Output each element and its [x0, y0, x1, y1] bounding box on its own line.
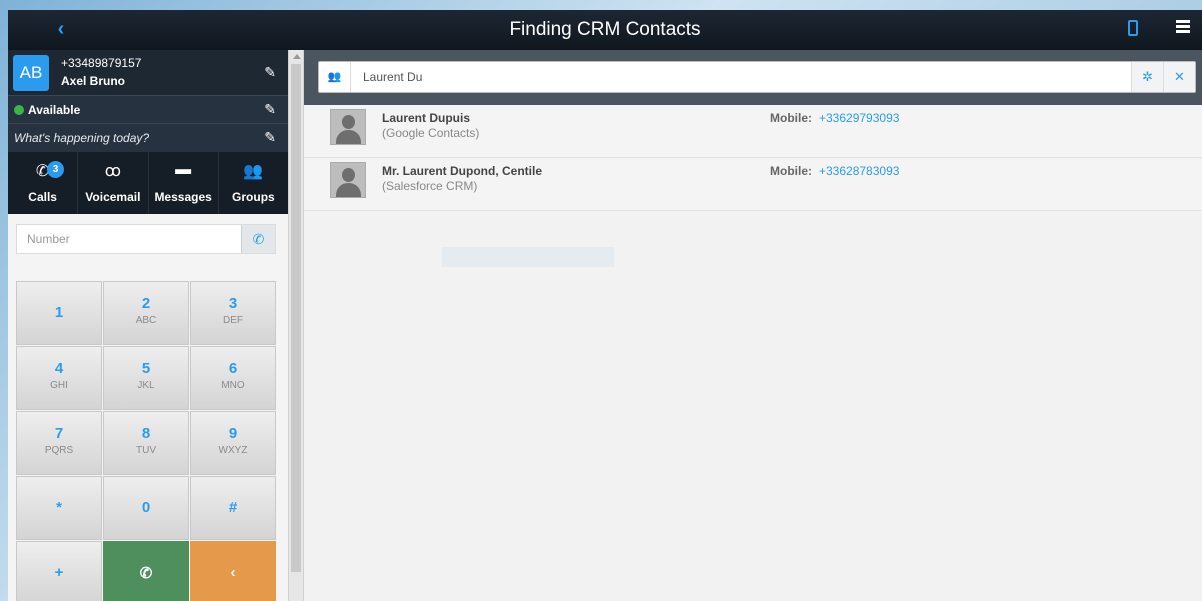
status-indicator-icon	[14, 105, 24, 115]
mobile-number-link[interactable]: +33629793093	[819, 111, 899, 125]
nav-voicemail-label: Voicemail	[85, 190, 141, 204]
nav-messages[interactable]: ▬ Messages	[149, 152, 219, 214]
contacts-icon: 👥	[319, 62, 351, 92]
scrollbar-thumb[interactable]	[291, 64, 301, 572]
key-5[interactable]: 5 JKL	[103, 346, 189, 410]
key-2[interactable]: 2 ABC	[103, 281, 189, 345]
nav-groups[interactable]: 👥 Groups	[219, 152, 288, 214]
nav-messages-label: Messages	[154, 190, 212, 204]
key-8[interactable]: 8 TUV	[103, 411, 189, 475]
mobile-number-link[interactable]: +33628783093	[819, 164, 899, 178]
key-9[interactable]: 9 WXYZ	[190, 411, 276, 475]
nav-groups-label: Groups	[232, 190, 275, 204]
list-item[interactable]: Mr. Laurent Dupond, Centile (Salesforce …	[304, 158, 1202, 211]
title-bar: ‹ Finding CRM Contacts	[8, 10, 1202, 50]
page-title: Finding CRM Contacts	[509, 19, 701, 40]
call-contact-icon[interactable]: ✆	[241, 225, 275, 253]
profile-header: AB +33489879157 Axel Bruno ✎	[8, 50, 288, 96]
avatar[interactable]: AB	[13, 55, 49, 91]
phone-icon: ✆	[35, 163, 50, 180]
dialpad: 1 2 ABC 3 DEF 4 GHI 5 JKL 6 MNO 7 PQRS 8 TUV 9W…	[16, 281, 276, 601]
key-7[interactable]: 7 PQRS	[16, 411, 102, 475]
key-3[interactable]: 3 DEF	[190, 281, 276, 345]
chevron-left-icon: ‹	[230, 564, 236, 581]
presence-status-row[interactable]: Available ✎	[8, 96, 288, 124]
mood-text: What's happening today?	[14, 131, 150, 145]
nav-voicemail[interactable]: ꝏ Voicemail	[78, 152, 149, 214]
nav-calls[interactable]: ✆ 3 Calls	[8, 152, 79, 214]
hamburger-menu-icon[interactable]	[1176, 20, 1190, 34]
loading-spinner-icon: ✲	[1131, 62, 1163, 92]
voicemail-icon: ꝏ	[104, 163, 122, 180]
nav-bar: ✆ 3 Calls ꝏ Voicemail ▬ Messages 👥 Group…	[8, 152, 288, 214]
contacts-panel: 👥 ✲ ✕ Laurent Dupuis (Google Contacts) M…	[304, 50, 1202, 601]
key-hash[interactable]: #	[190, 476, 276, 540]
edit-mood-pencil-icon[interactable]: ✎	[264, 129, 276, 146]
contact-name: Mr. Laurent Dupond, Centile	[382, 164, 543, 178]
mobile-icon[interactable]	[1128, 20, 1138, 36]
contact-avatar-icon	[330, 162, 366, 198]
number-input[interactable]	[17, 225, 241, 253]
groups-icon: 👥	[243, 163, 264, 180]
mobile-label: Mobile:	[770, 164, 812, 178]
phone-icon: ✆	[139, 565, 153, 582]
search-box: 👥 ✲ ✕	[318, 61, 1196, 93]
key-star[interactable]: *	[16, 476, 102, 540]
mobile-label: Mobile:	[770, 111, 812, 125]
search-results: Laurent Dupuis (Google Contacts) Mobile:…	[304, 105, 1202, 211]
contact-avatar-icon	[330, 109, 366, 145]
key-6[interactable]: 6 MNO	[190, 346, 276, 410]
key-4[interactable]: 4 GHI	[16, 346, 102, 410]
user-name: Axel Bruno	[61, 74, 126, 88]
key-plus[interactable]: +	[16, 541, 102, 601]
search-input[interactable]	[355, 62, 1125, 92]
key-1[interactable]: 1	[16, 281, 102, 345]
call-button[interactable]: ✆	[103, 541, 189, 601]
calls-badge: 3	[47, 161, 64, 178]
scroll-up-arrow-icon[interactable]	[293, 54, 301, 59]
user-number: +33489879157	[61, 56, 142, 70]
left-panel: AB +33489879157 Axel Bruno ✎ Available ✎…	[8, 50, 288, 601]
edit-profile-pencil-icon[interactable]: ✎	[264, 64, 276, 81]
key-0[interactable]: 0	[103, 476, 189, 540]
contact-name: Laurent Dupuis	[382, 111, 471, 125]
backspace-button[interactable]: ‹	[190, 541, 276, 601]
clear-search-button[interactable]: ✕	[1163, 62, 1195, 92]
left-panel-scrollbar[interactable]	[288, 50, 304, 601]
contact-source: (Salesforce CRM)	[382, 179, 478, 193]
status-label: Available	[28, 103, 81, 117]
edit-status-pencil-icon[interactable]: ✎	[264, 101, 276, 118]
message-bubble-icon: ▬	[175, 161, 192, 178]
list-item[interactable]: Laurent Dupuis (Google Contacts) Mobile:…	[304, 105, 1202, 158]
mood-row[interactable]: What's happening today? ✎	[8, 124, 288, 152]
faint-overlay-button	[442, 247, 614, 267]
number-field-wrapper: ✆	[16, 224, 276, 254]
app-window: ‹ Finding CRM Contacts AB +33489879157 A…	[8, 10, 1202, 601]
search-bar: 👥 ✲ ✕	[304, 50, 1202, 105]
contact-source: (Google Contacts)	[382, 126, 480, 140]
nav-calls-label: Calls	[28, 190, 57, 204]
